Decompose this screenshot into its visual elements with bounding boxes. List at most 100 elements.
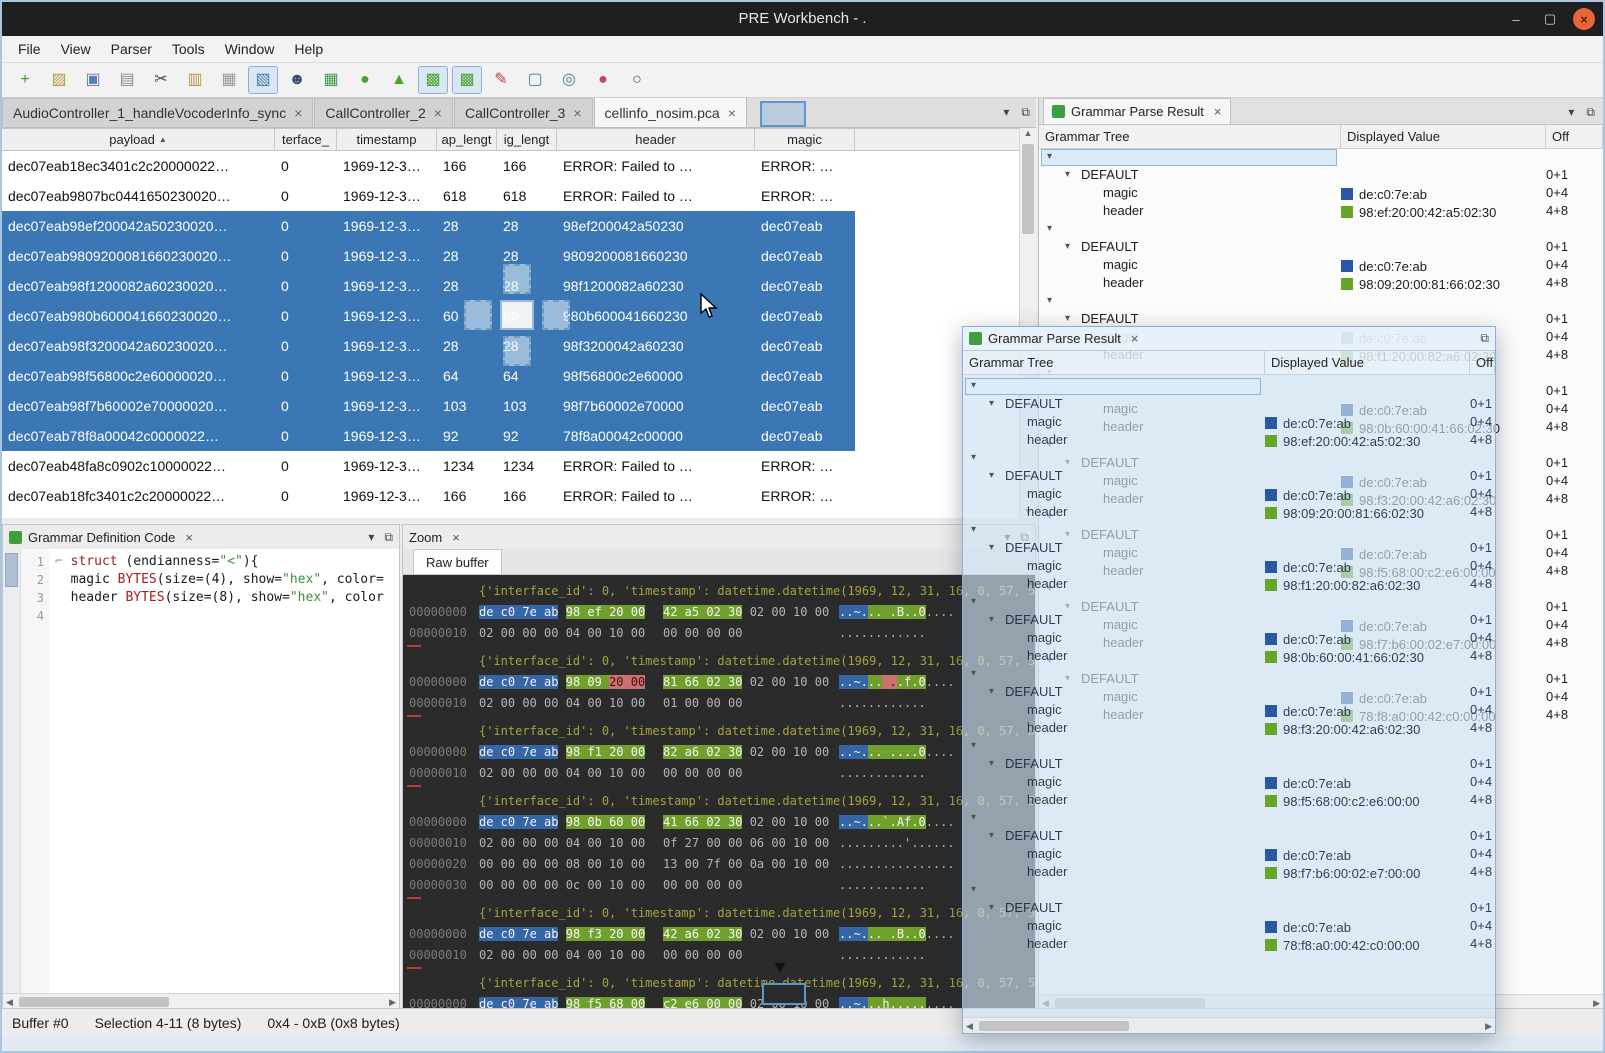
hex-highlight-blue[interactable]: ..~.	[839, 927, 868, 941]
hex-bytes[interactable]	[558, 815, 565, 829]
tree-row[interactable]: header98:09:20:00:81:66:02:304+8	[1039, 275, 1603, 293]
scroll-right-icon[interactable]: ▶	[1485, 1021, 1492, 1032]
tree-row[interactable]: header98:f7:b6:00:02:e7:00:004+8	[963, 864, 1495, 882]
tree-row[interactable]: ▾	[963, 594, 1495, 612]
hex-bytes[interactable]: 02 00 10 00	[742, 927, 829, 941]
hex-highlight-green[interactable]: 81 66 02 30	[663, 675, 742, 689]
hex-line[interactable]: 00000000de c0 7e ab 98 0b 60 0041 66 02 …	[403, 812, 1035, 833]
chevron-down-icon[interactable]: ▾	[971, 884, 976, 895]
hex-highlight-blue[interactable]: de c0 7e ab	[479, 675, 558, 689]
panel-float-icon[interactable]: ⧉	[384, 530, 393, 545]
window-button[interactable]: ▢	[520, 66, 550, 94]
tree-row[interactable]: ▾	[1039, 293, 1603, 311]
hex-highlight-green[interactable]: .f.0	[897, 675, 926, 689]
hex-bytes[interactable]: ............	[839, 626, 926, 640]
paste-button[interactable]: ▥	[180, 66, 210, 94]
tree-row[interactable]: header98:09:20:00:81:66:02:304+8	[963, 504, 1495, 522]
hex-highlight-green[interactable]: 42 a6 02 30	[663, 927, 742, 941]
hex-bytes[interactable]: 13 00 7f 00 0a 00 10 00	[663, 857, 829, 871]
dock-drop-bottom-indicator[interactable]	[503, 336, 531, 366]
hex-bytes[interactable]: ............	[839, 696, 926, 710]
open-file-button[interactable]: ▨	[44, 66, 74, 94]
tab-cellinfo-nosim-pca[interactable]: cellinfo_nosim.pca×	[594, 98, 747, 127]
scroll-right-icon[interactable]: ▶	[389, 997, 396, 1008]
hex-bytes[interactable]: 00 00 00 00	[663, 766, 742, 780]
code-editor[interactable]: ⌐ struct (endianness="<"){ magic BYTES(s…	[49, 549, 399, 993]
tree-row[interactable]: magicde:c0:7e:ab0+4	[1039, 257, 1603, 275]
hex-highlight-green[interactable]: 98 0b 60 00	[566, 815, 645, 829]
tree-row[interactable]: ▾	[963, 810, 1495, 828]
tree-row[interactable]: header98:f3:20:00:42:a6:02:304+8	[963, 720, 1495, 738]
chevron-down-icon[interactable]: ▾	[989, 830, 994, 841]
panel-menu-icon[interactable]: ▾	[368, 530, 374, 545]
column-header-ap-lengt[interactable]: ap_lengt	[437, 129, 497, 150]
scrollbar-thumb[interactable]	[1022, 144, 1034, 234]
hex-line[interactable]: 00000000de c0 7e ab 98 09 20 0081 66 02 …	[403, 672, 1035, 693]
tree-row[interactable]: ▾DEFAULT0+1	[963, 828, 1495, 846]
tree-row[interactable]: ▾DEFAULT0+1	[963, 396, 1495, 414]
tree-row[interactable]: magicde:c0:7e:ab0+4	[963, 486, 1495, 504]
tab-audiocontroller-1-handlevocoderinfo-sync[interactable]: AudioController_1_handleVocoderInfo_sync…	[2, 98, 313, 127]
hex-bytes[interactable]: 00 00 00 00 0c 00 10 00	[479, 878, 645, 892]
close-icon[interactable]: ×	[185, 530, 193, 545]
pin-button[interactable]: ●	[588, 66, 618, 94]
tree-row[interactable]: magicde:c0:7e:ab0+4	[963, 558, 1495, 576]
column-grammar-tree[interactable]: Grammar Tree	[1039, 125, 1341, 148]
hex-highlight-green[interactable]: 98 f3 20 00	[566, 927, 645, 941]
hex-line[interactable]: 00000000de c0 7e ab 98 f1 20 0082 a6 02 …	[403, 742, 1035, 763]
tree-row[interactable]: ▾DEFAULT0+1	[963, 468, 1495, 486]
hex-highlight-green[interactable]: B..0	[897, 927, 926, 941]
hex-bytes[interactable]: 02 00 00 00 04 00 10 00	[479, 626, 645, 640]
code-left-scrollbar[interactable]	[3, 549, 21, 993]
tree-row[interactable]: magicde:c0:7e:ab0+4	[963, 918, 1495, 936]
hex-highlight-green[interactable]: 82 a6 02 30	[663, 745, 742, 759]
dock-tab-grammar-parse-result[interactable]: Grammar Parse Result ×	[1043, 98, 1231, 124]
close-icon[interactable]: ×	[434, 105, 442, 121]
hex-line[interactable]: 0000002000 00 00 00 08 00 10 0013 00 7f …	[403, 854, 1035, 875]
chevron-down-icon[interactable]: ▾	[971, 452, 976, 463]
screen-button[interactable]: ▦	[316, 66, 346, 94]
tree-row[interactable]: header78:f8:a0:00:42:c0:00:004+8	[963, 936, 1495, 954]
chevron-down-icon[interactable]: ▾	[989, 686, 994, 697]
floating-grammar-parse-window[interactable]: Grammar Parse Result × ⧉ Grammar Tree Di…	[962, 326, 1496, 1034]
tree-row[interactable]: header98:ef:20:00:42:a5:02:304+8	[963, 432, 1495, 450]
hex-bytes[interactable]: ....	[926, 675, 955, 689]
tree-row[interactable]: ▾DEFAULT0+1	[963, 756, 1495, 774]
chevron-down-icon[interactable]: ▾	[971, 668, 976, 679]
column-header-timestamp[interactable]: timestamp	[337, 129, 437, 150]
menu-view[interactable]: View	[51, 36, 101, 62]
hex-highlight-green[interactable]: 98 f1 20 00	[566, 745, 645, 759]
hex-bytes[interactable]: ............	[839, 766, 926, 780]
hex-bytes[interactable]: ............	[839, 878, 926, 892]
tree-row[interactable]: header98:f5:68:00:c2:e6:00:004+8	[963, 792, 1495, 810]
table-row[interactable]: dec07eab98ef200042a50230020…01969-12-3…2…	[2, 211, 1036, 241]
user-button[interactable]: ☻	[282, 66, 312, 94]
close-icon[interactable]: ×	[728, 105, 736, 121]
grid-view-2-button[interactable]: ▩	[452, 66, 482, 94]
floating-horizontal-scrollbar[interactable]: ◀ ▶	[963, 1017, 1495, 1033]
table-row[interactable]: dec07eab48fa8c0902c10000022…01969-12-3…1…	[2, 451, 1036, 481]
hex-line[interactable]: 00000000de c0 7e ab 98 f5 68 00c2 e6 00 …	[403, 994, 1035, 1009]
hex-highlight-green[interactable]: ..`.	[868, 815, 897, 829]
tree-row[interactable]: ▾	[963, 450, 1495, 468]
hex-highlight-green[interactable]: .. .	[868, 927, 897, 941]
hex-bytes[interactable]: 02 00 00 00 04 00 10 00	[479, 836, 645, 850]
chevron-down-icon[interactable]: ▾	[971, 380, 976, 391]
hex-bytes[interactable]: 02 00 00 00 04 00 10 00	[479, 766, 645, 780]
tab-callcontroller-2[interactable]: CallController_2×	[314, 98, 453, 127]
hex-highlight-green[interactable]: B..0	[897, 605, 926, 619]
hex-line[interactable]: 0000001002 00 00 00 04 00 10 0001 00 00 …	[403, 693, 1035, 714]
hex-highlight-green[interactable]: 98 ef 20 00	[566, 605, 645, 619]
cut-button[interactable]: ✂	[146, 66, 176, 94]
close-icon[interactable]: ×	[294, 105, 302, 121]
tree-row[interactable]: ▾DEFAULT0+1	[963, 612, 1495, 630]
column-header-header[interactable]: header	[557, 129, 755, 150]
scrollbar-thumb[interactable]	[5, 553, 18, 587]
hex-bytes[interactable]: ....	[926, 927, 955, 941]
panel-menu-icon[interactable]: ▾	[1568, 105, 1574, 120]
chevron-down-icon[interactable]: ▾	[971, 596, 976, 607]
menu-window[interactable]: Window	[215, 36, 285, 62]
hex-highlight-green[interactable]: Af.0	[897, 815, 926, 829]
hex-bytes[interactable]	[558, 605, 565, 619]
chevron-down-icon[interactable]: ▾	[1047, 223, 1052, 234]
